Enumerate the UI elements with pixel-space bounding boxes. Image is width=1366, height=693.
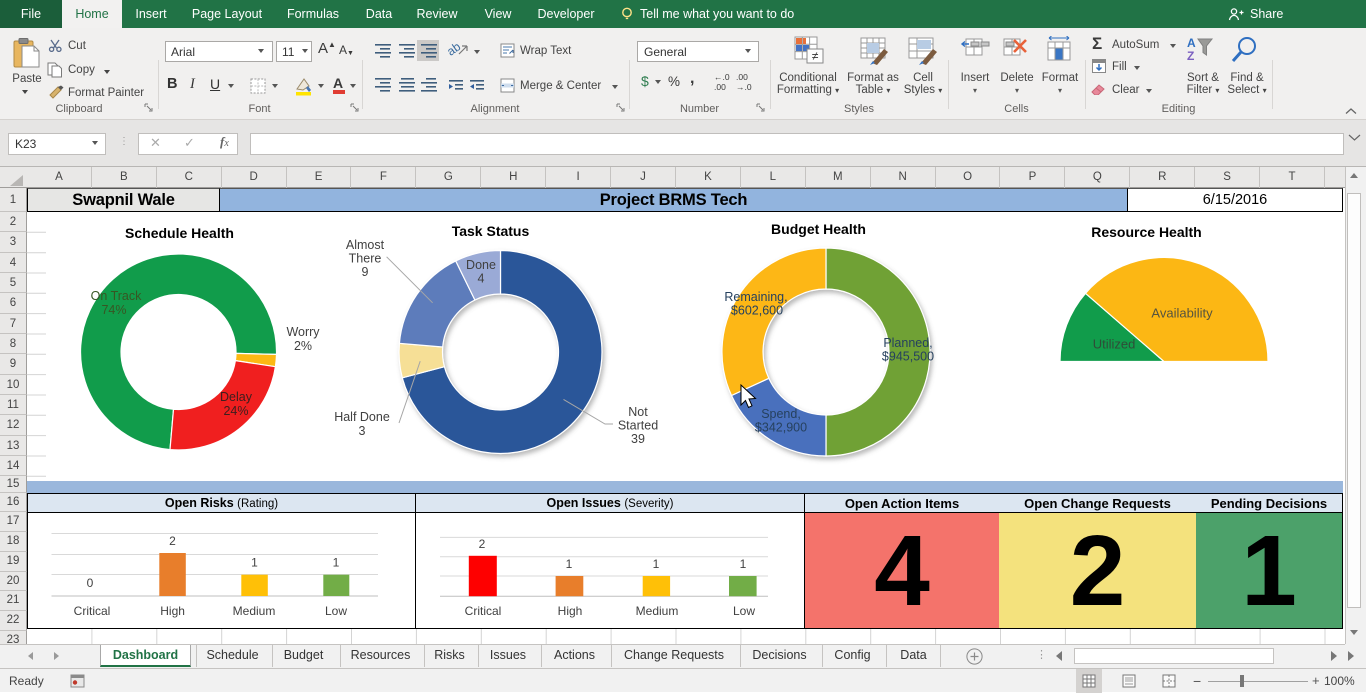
svg-text:Low: Low <box>325 604 347 618</box>
svg-text:Medium: Medium <box>233 604 276 618</box>
svg-text:1: 1 <box>333 556 340 570</box>
svg-text:≠: ≠ <box>812 49 819 63</box>
svg-text:Critical: Critical <box>74 604 111 618</box>
svg-text:A: A <box>1187 36 1196 50</box>
svg-text:Critical: Critical <box>465 604 502 618</box>
svg-text:0: 0 <box>87 576 94 590</box>
svg-text:1: 1 <box>566 557 573 571</box>
svg-text:Low: Low <box>733 604 755 618</box>
svg-text:1: 1 <box>653 557 660 571</box>
svg-text:Z: Z <box>1187 49 1194 63</box>
svg-text:High: High <box>558 604 583 618</box>
svg-text:High: High <box>160 604 185 618</box>
svg-text:1: 1 <box>740 557 747 571</box>
svg-text:Medium: Medium <box>636 604 679 618</box>
svg-text:1: 1 <box>251 556 258 570</box>
svg-text:2: 2 <box>479 537 486 551</box>
svg-text:2: 2 <box>169 534 176 548</box>
